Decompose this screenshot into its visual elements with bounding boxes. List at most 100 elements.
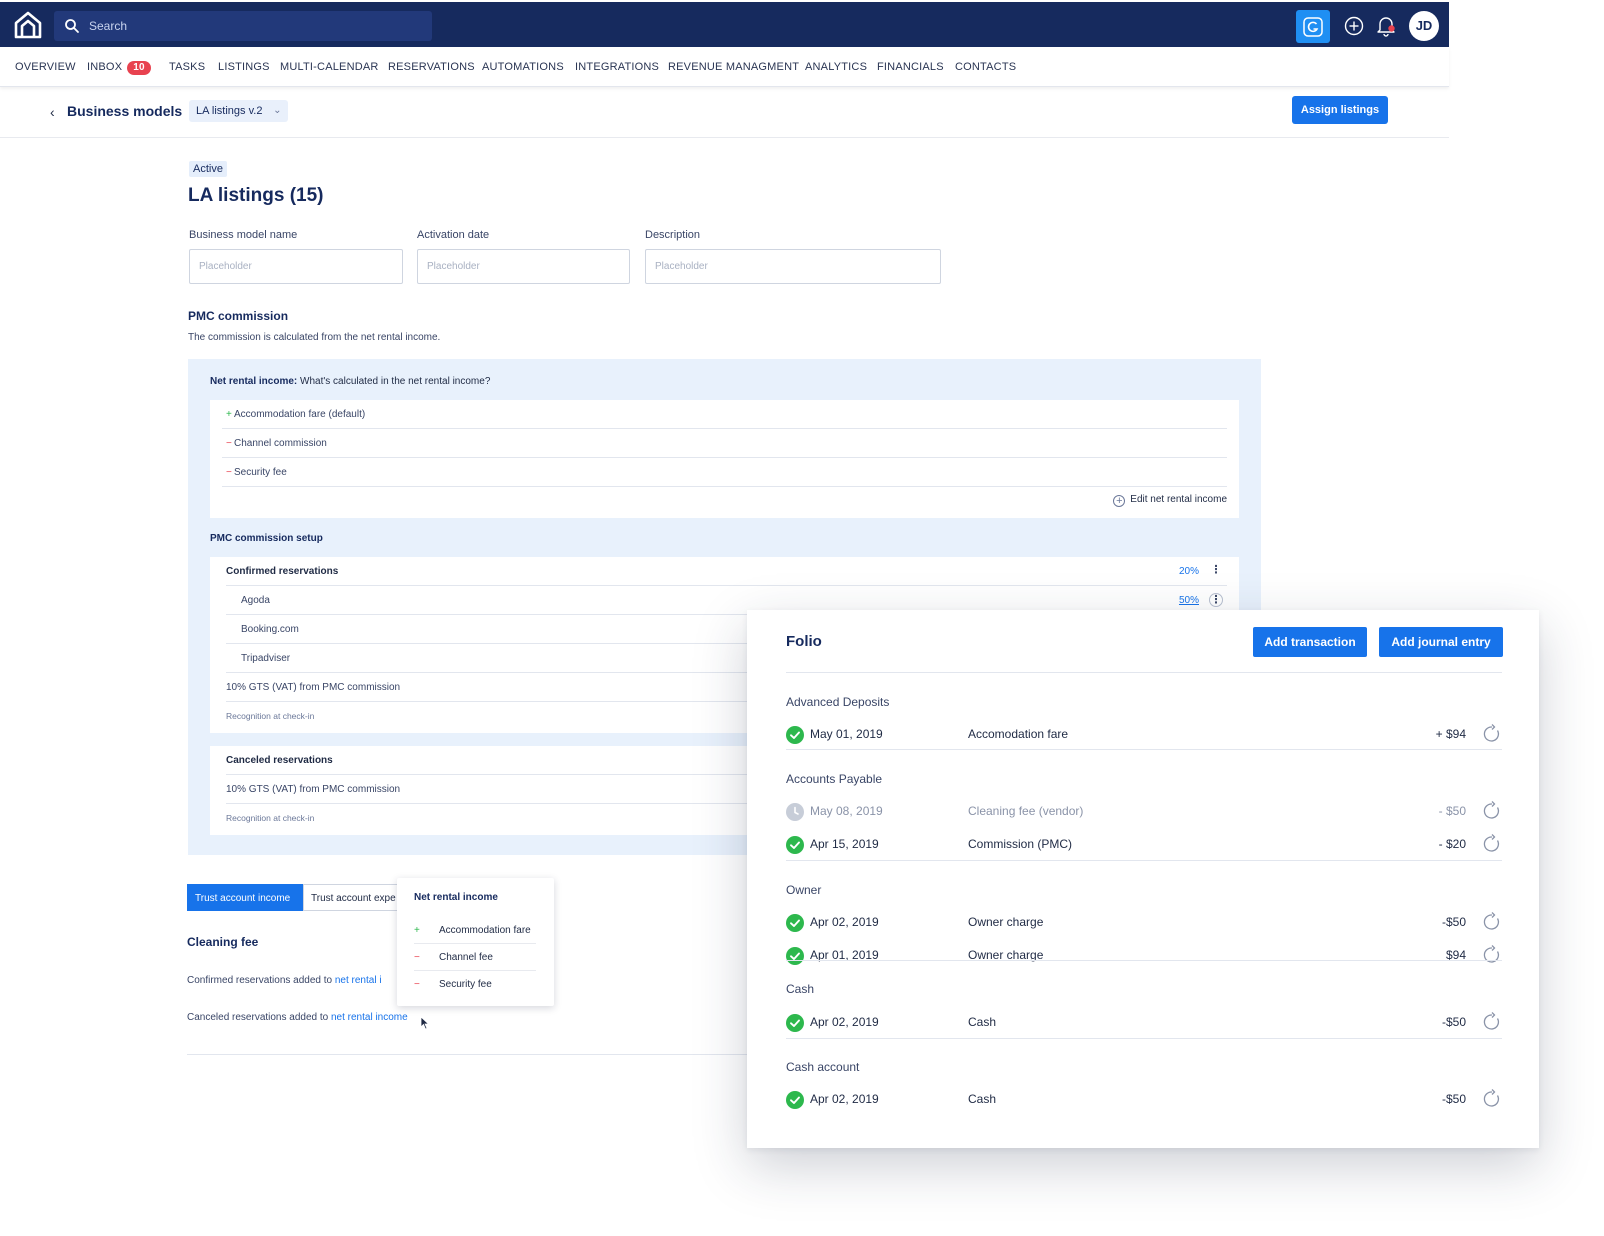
assign-listings-button[interactable]: Assign listings (1292, 96, 1388, 124)
activation-date-input[interactable]: Placeholder (417, 249, 630, 284)
add-journal-entry-button[interactable]: Add journal entry (1379, 627, 1503, 657)
divider (187, 1054, 747, 1055)
minus-icon: − (226, 467, 232, 478)
nav-inbox[interactable]: INBOX 10 (87, 61, 151, 75)
inbox-count-badge: 10 (127, 61, 151, 75)
popover-item: − Channel fee (414, 944, 536, 971)
channel-name: Agoda (241, 595, 270, 606)
chevron-left-icon[interactable]: ‹ (50, 104, 55, 120)
confirmed-percent[interactable]: 20% (1179, 557, 1199, 586)
activation-date-label: Activation date (417, 229, 490, 241)
folio-row[interactable]: Apr 02, 2019 Owner charge -$50 (786, 912, 1502, 934)
folio-description: Cleaning fee (vendor) (968, 804, 1084, 818)
nav-automations[interactable]: AUTOMATIONS (482, 61, 564, 73)
reverse-icon[interactable] (1482, 724, 1502, 747)
kebab-menu-icon[interactable]: ⋮ (1209, 593, 1223, 607)
reverse-icon[interactable] (1482, 912, 1502, 935)
nri-item-label: Security fee (234, 467, 287, 478)
folio-date: Apr 15, 2019 (810, 837, 879, 851)
popover-item-label: Accommodation fare (439, 925, 531, 936)
check-circle-icon (786, 947, 804, 965)
nav-integrations[interactable]: INTEGRATIONS (575, 61, 659, 73)
folio-description: Commission (PMC) (968, 837, 1073, 851)
folio-section-title: Advanced Deposits (786, 695, 890, 709)
page-subheader: ‹ Business models LA listings v.2 ⌄ Assig… (0, 88, 1449, 138)
folio-date: Apr 02, 2019 (810, 915, 879, 929)
folio-row[interactable]: Apr 02, 2019 Cash -$50 (786, 1012, 1502, 1034)
minus-icon: − (414, 979, 420, 990)
cleaning-confirmed-line: Confirmed reservations added to net rent… (187, 975, 382, 986)
check-circle-icon (786, 914, 804, 932)
folio-amount: -$50 (1441, 915, 1466, 929)
breadcrumb-business-models[interactable]: Business models (67, 103, 182, 119)
folio-amount: - $50 (1438, 804, 1466, 818)
business-model-name-label: Business model name (189, 229, 298, 241)
divider (786, 672, 1502, 673)
net-rental-income-popover: Net rental income + Accommodation fare − C… (397, 878, 554, 1006)
description-input[interactable]: Placeholder (645, 249, 941, 284)
reverse-icon[interactable] (1482, 1089, 1502, 1112)
edit-net-rental-income-link[interactable]: + Edit net rental income (1113, 494, 1227, 507)
folio-date: May 08, 2019 (810, 804, 883, 818)
reverse-icon[interactable] (1482, 834, 1502, 857)
search-placeholder: Search (89, 19, 128, 33)
nav-multi-calendar[interactable]: MULTI-CALENDAR (280, 61, 379, 73)
minus-icon: − (414, 952, 420, 963)
reverse-icon[interactable] (1482, 1012, 1502, 1035)
check-circle-icon (786, 1014, 804, 1032)
tab-trust-account-income[interactable]: Trust account income (187, 884, 303, 911)
minus-icon: − (226, 438, 232, 449)
nri-item: − Channel commission (222, 429, 1227, 458)
page-title: LA listings (15) (188, 185, 324, 206)
user-avatar[interactable]: JD (1409, 11, 1439, 41)
folio-description: Cash (968, 1092, 997, 1106)
add-transaction-button[interactable]: Add transaction (1253, 627, 1367, 657)
folio-row[interactable]: Apr 02, 2019 Cash -$50 (786, 1089, 1502, 1111)
nav-financials[interactable]: FINANCIALS (877, 61, 944, 73)
folio-description: Owner charge (968, 915, 1044, 929)
vat-label: 10% GTS (VAT) from PMC commission (226, 682, 401, 693)
kebab-menu-icon[interactable]: ⋮ (1209, 564, 1223, 578)
nav-overview[interactable]: OVERVIEW (15, 61, 76, 73)
folio-date: May 01, 2019 (810, 727, 883, 741)
edit-label: Edit net rental income (1130, 494, 1227, 505)
reverse-icon[interactable] (1482, 945, 1502, 968)
add-circle-icon[interactable] (1344, 16, 1364, 36)
folio-row[interactable]: May 01, 2019 Accomodation fare + $94 (786, 724, 1502, 746)
vat-label: 10% GTS (VAT) from PMC commission (226, 784, 401, 795)
folio-date: Apr 02, 2019 (810, 1015, 879, 1029)
reverse-icon[interactable] (1482, 801, 1502, 824)
add-circle-icon: + (1113, 495, 1126, 507)
folio-row[interactable]: May 08, 2019 Cleaning fee (vendor) - $50 (786, 801, 1502, 823)
guesty-g-button[interactable] (1296, 10, 1330, 43)
main-nav: OVERVIEW INBOX 10 TASKS LISTINGS MULTI-CA… (0, 47, 1449, 87)
net-rental-income-heading: Net rental income: What's calculated in … (210, 376, 490, 387)
canceled-label: Canceled reservations (226, 755, 333, 766)
tab-trust-account-expenses[interactable]: Trust account expe (303, 884, 401, 911)
check-circle-icon (786, 1091, 804, 1109)
folio-row[interactable]: Apr 15, 2019 Commission (PMC) - $20 (786, 834, 1502, 856)
net-rental-income-link[interactable]: net rental i (335, 975, 382, 986)
notification-bell-icon[interactable] (1376, 15, 1396, 37)
home-logo-icon[interactable] (13, 10, 43, 40)
version-select[interactable]: LA listings v.2 ⌄ (189, 100, 289, 122)
net-rental-income-box: + Accommodation fare (default) − Channel c… (210, 400, 1239, 518)
confirmed-label: Confirmed reservations (226, 566, 339, 577)
folio-amount: + $94 (1435, 727, 1466, 741)
folio-section-title: Accounts Payable (786, 772, 883, 786)
search-input[interactable]: Search (54, 11, 432, 41)
nav-tasks[interactable]: TASKS (169, 61, 205, 73)
description-label: Description (645, 229, 701, 241)
nav-listings[interactable]: LISTINGS (218, 61, 270, 73)
divider (786, 860, 1502, 861)
nav-reservations[interactable]: RESERVATIONS (388, 61, 475, 73)
business-model-name-input[interactable]: Placeholder (189, 249, 403, 284)
folio-row[interactable]: Apr 01, 2019 Owner charge $94 (786, 945, 1502, 967)
nav-analytics[interactable]: ANALYTICS (805, 61, 867, 73)
nav-revenue-management[interactable]: REVENUE MANAGMENT (668, 61, 799, 73)
folio-description: Accomodation fare (968, 727, 1069, 741)
cleaning-confirmed-text: Confirmed reservations added to (187, 975, 335, 986)
popover-item-label: Channel fee (439, 952, 493, 963)
net-rental-income-link[interactable]: net rental income (331, 1012, 408, 1023)
nav-contacts[interactable]: CONTACTS (955, 61, 1016, 73)
